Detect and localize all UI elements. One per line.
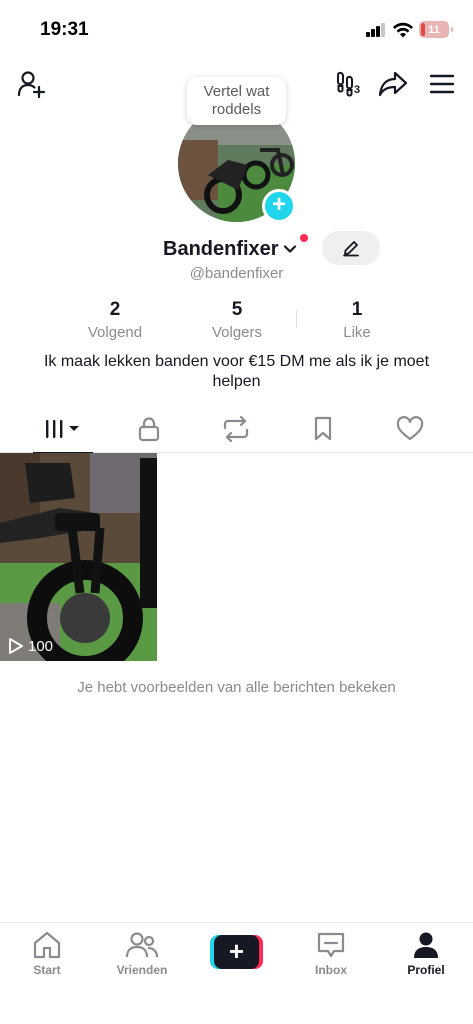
nav-profile[interactable]: Profiel xyxy=(386,931,466,977)
username-switcher[interactable]: Bandenfixer xyxy=(163,236,297,262)
nav-label: Inbox xyxy=(315,963,347,977)
note-bubble[interactable]: Vertel wat roddels xyxy=(187,77,286,125)
stat-followers[interactable]: 5 Volgers xyxy=(182,299,292,341)
share-profile-button[interactable] xyxy=(377,68,409,100)
note-bubble-text: Vertel wat roddels xyxy=(203,83,270,118)
home-icon xyxy=(33,931,61,959)
tab-private[interactable] xyxy=(103,405,195,453)
nav-start[interactable]: Start xyxy=(7,931,87,977)
menu-icon xyxy=(429,74,455,94)
friends-icon xyxy=(126,932,158,958)
end-of-feed-message: Je hebt voorbeelden van alle berichten b… xyxy=(77,679,396,696)
notification-dot xyxy=(300,234,308,242)
battery-level: 11 xyxy=(428,23,440,36)
stat-divider xyxy=(296,310,297,328)
nav-friends[interactable]: Vrienden xyxy=(102,931,182,977)
plus-icon: + xyxy=(228,936,245,966)
video-thumbnail[interactable]: 100 xyxy=(0,453,157,661)
pencil-icon xyxy=(343,241,359,257)
stat-value: 1 xyxy=(351,299,363,320)
stat-value: 2 xyxy=(109,299,121,320)
cellular-signal-icon xyxy=(366,23,386,37)
stat-following[interactable]: 2 Volgend xyxy=(60,299,170,341)
profile-icon xyxy=(414,932,438,958)
wifi-icon xyxy=(393,22,413,38)
nav-label: Start xyxy=(33,963,61,977)
profile-views-count: 3 xyxy=(354,84,361,96)
nav-label: Profiel xyxy=(407,963,445,977)
stat-value: 5 xyxy=(231,299,243,320)
lock-icon xyxy=(138,417,160,442)
tab-reposts[interactable] xyxy=(190,405,282,453)
add-friend-icon xyxy=(17,71,46,99)
chevron-down-icon xyxy=(283,245,296,253)
bookmark-icon xyxy=(314,416,332,441)
video-thumbnail-image xyxy=(0,453,157,661)
stat-likes[interactable]: 1 Like xyxy=(302,299,412,341)
profile-handle: @bandenfixer xyxy=(189,265,284,282)
share-icon xyxy=(378,71,408,97)
stat-label: Like xyxy=(343,324,371,341)
video-view-count: 100 xyxy=(28,637,54,655)
profile-tabs xyxy=(0,405,473,454)
profile-bio: Ik maak lekken banden voor €15 DM me als… xyxy=(43,353,430,390)
edit-profile-button[interactable] xyxy=(322,231,380,265)
profile-views-button[interactable] xyxy=(330,68,366,100)
stat-label: Volgend xyxy=(87,324,143,341)
battery-icon: 11 xyxy=(419,21,453,38)
tab-videos[interactable] xyxy=(17,405,109,454)
add-friend-button[interactable] xyxy=(15,68,47,100)
bottom-nav: Start Vrienden + Inbox Profiel xyxy=(0,922,473,1024)
username: Bandenfixer xyxy=(163,237,279,260)
status-time: 19:31 xyxy=(40,19,89,40)
status-bar: 19:31 11 xyxy=(0,0,473,58)
nav-label: Vrienden xyxy=(116,963,168,977)
create-button[interactable]: + xyxy=(210,935,263,969)
inbox-icon xyxy=(317,932,345,958)
heart-icon xyxy=(396,416,424,441)
video-views: 100 xyxy=(8,637,53,655)
add-story-button[interactable]: + xyxy=(262,189,296,223)
tab-saved[interactable] xyxy=(277,405,369,453)
stat-label: Volgers xyxy=(211,324,263,341)
repost-icon xyxy=(223,416,249,442)
tab-liked[interactable] xyxy=(364,405,456,453)
nav-inbox[interactable]: Inbox xyxy=(291,931,371,977)
play-icon xyxy=(9,638,23,654)
menu-button[interactable] xyxy=(426,68,458,100)
videos-grid-icon xyxy=(46,420,79,438)
plus-icon: + xyxy=(271,191,286,218)
